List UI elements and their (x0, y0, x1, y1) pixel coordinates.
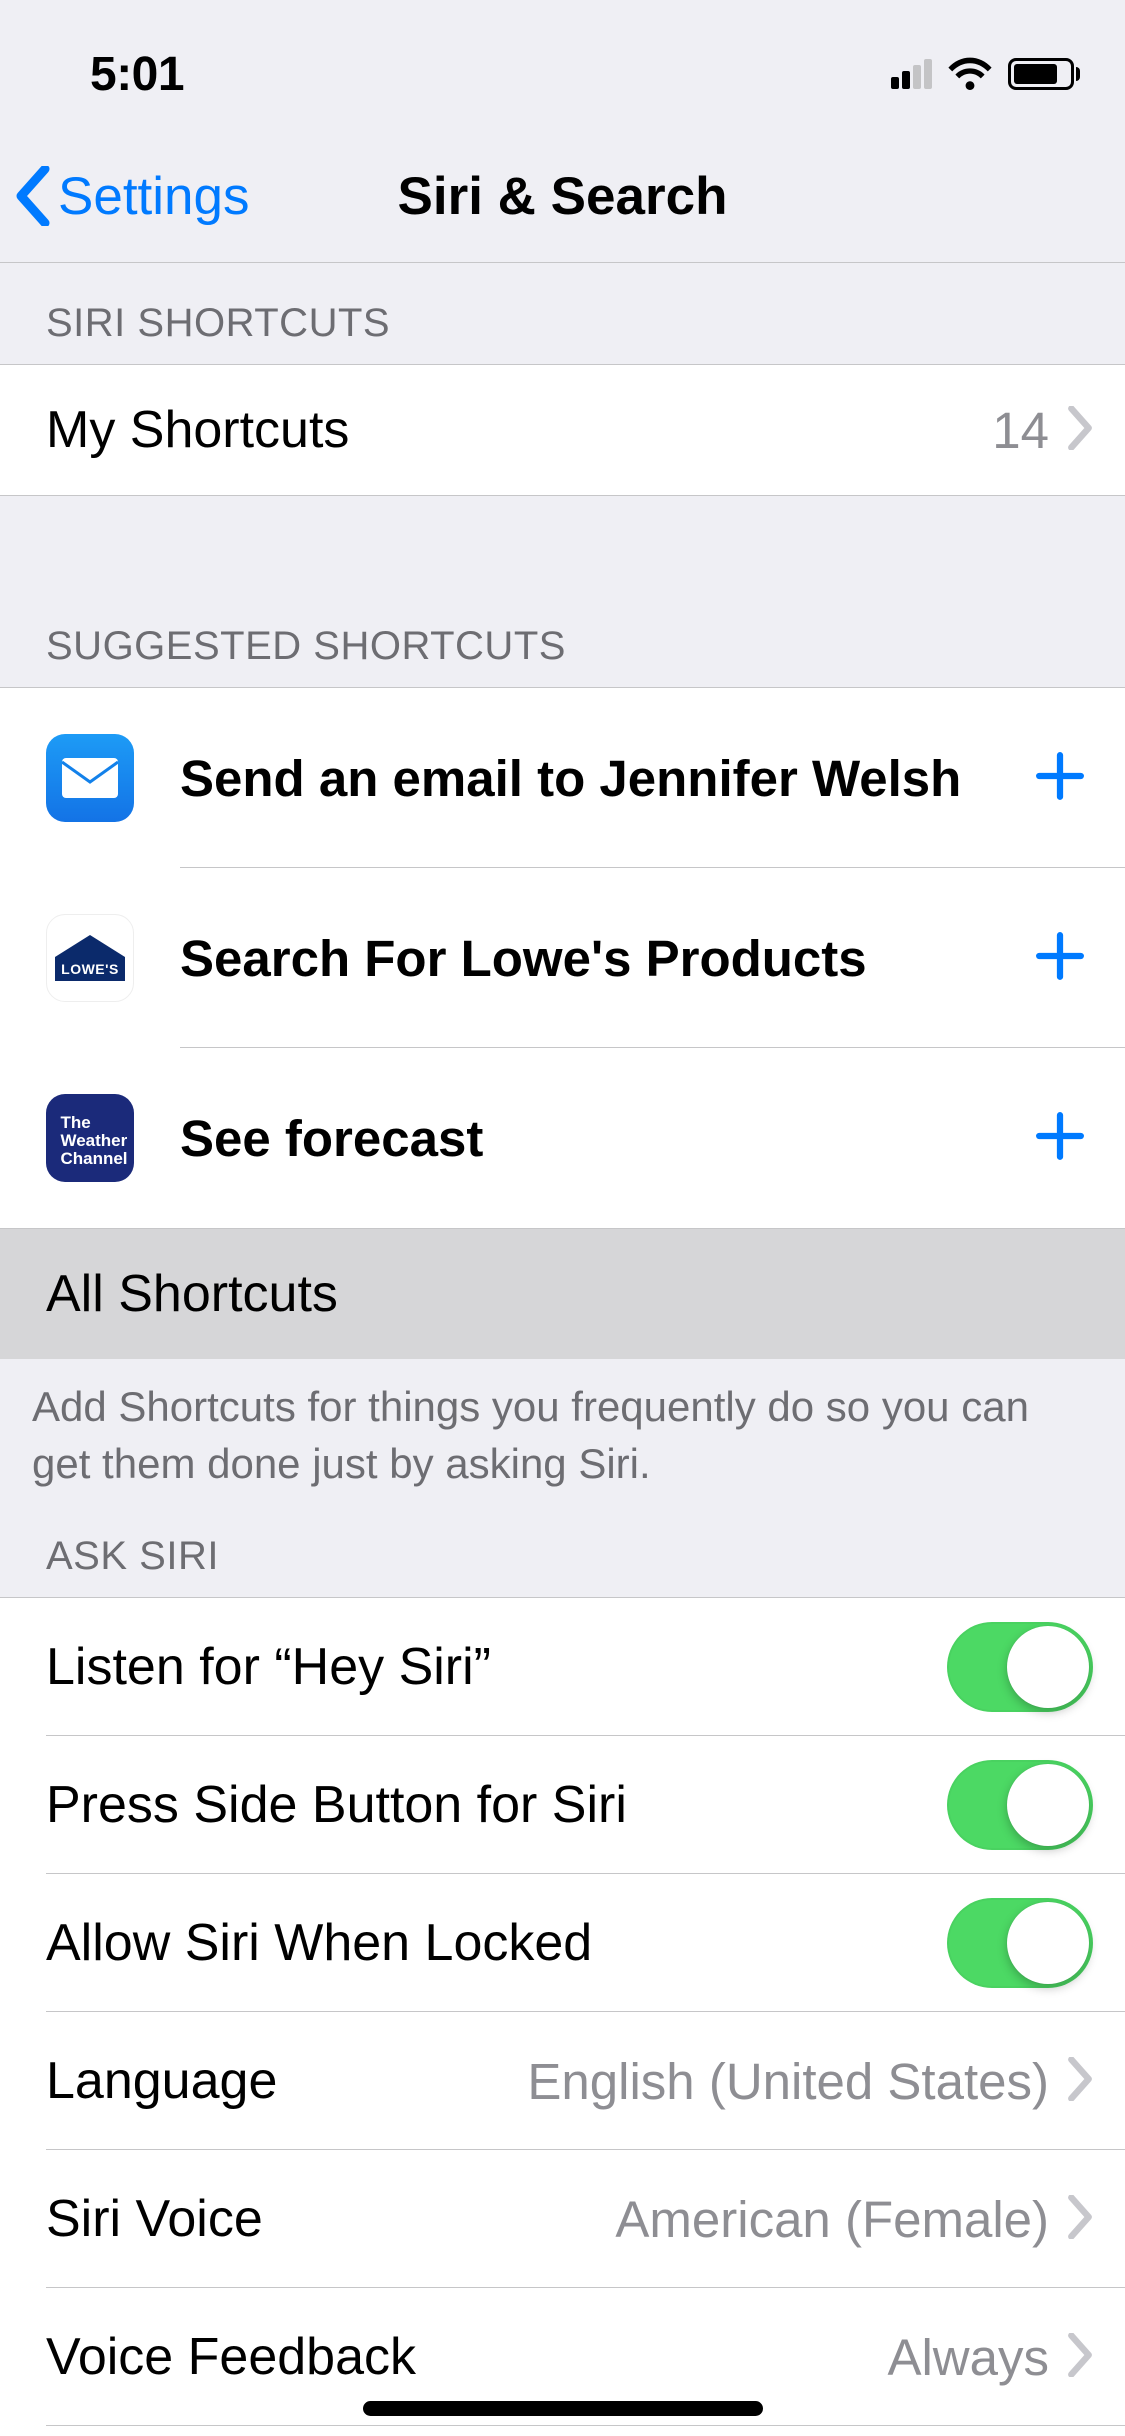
side-button-toggle[interactable] (947, 1760, 1093, 1850)
plus-icon (1035, 931, 1085, 981)
suggested-shortcut-label: Search For Lowe's Products (180, 929, 867, 988)
section-header-ask-siri: ASK SIRI (0, 1502, 1125, 1597)
voice-feedback-label: Voice Feedback (46, 2327, 416, 2387)
lowes-app-icon: LOWE'S (46, 914, 134, 1002)
status-time: 5:01 (90, 47, 184, 102)
suggested-shortcut-row[interactable]: LOWE'S Search For Lowe's Products (0, 868, 1125, 1048)
battery-icon (1008, 58, 1080, 90)
chevron-right-icon (1067, 2195, 1093, 2244)
chevron-right-icon (1067, 2333, 1093, 2382)
nav-bar: Settings Siri & Search (0, 130, 1125, 263)
cellular-signal-icon (891, 59, 932, 89)
plus-icon (1035, 751, 1085, 801)
status-indicators (891, 54, 1080, 95)
language-row[interactable]: Language English (United States) (0, 2012, 1125, 2150)
plus-icon (1035, 1111, 1085, 1161)
wifi-icon (946, 54, 994, 95)
suggested-shortcut-row[interactable]: TheWeatherChannel See forecast (0, 1048, 1125, 1228)
my-shortcuts-count: 14 (992, 401, 1049, 460)
when-locked-label: Allow Siri When Locked (46, 1913, 592, 1973)
siri-voice-label: Siri Voice (46, 2189, 263, 2249)
weather-channel-app-icon: TheWeatherChannel (46, 1094, 134, 1182)
siri-voice-row[interactable]: Siri Voice American (Female) (0, 2150, 1125, 2288)
when-locked-toggle[interactable] (947, 1898, 1093, 1988)
all-shortcuts-row[interactable]: All Shortcuts (0, 1229, 1125, 1359)
hey-siri-toggle[interactable] (947, 1622, 1093, 1712)
when-locked-row: Allow Siri When Locked (0, 1874, 1125, 2012)
home-indicator[interactable] (363, 2401, 763, 2416)
siri-voice-value: American (Female) (615, 2190, 1049, 2249)
my-shortcuts-row[interactable]: My Shortcuts 14 (0, 365, 1125, 495)
my-information-row[interactable]: My Information Justin Meyers (0, 2426, 1125, 2436)
back-label: Settings (58, 166, 250, 227)
suggested-shortcut-label: See forecast (180, 1109, 483, 1168)
language-value: English (United States) (527, 2052, 1049, 2111)
status-bar: 5:01 (0, 0, 1125, 130)
add-shortcut-button[interactable] (1035, 931, 1085, 986)
language-label: Language (46, 2051, 277, 2111)
chevron-left-icon (14, 166, 52, 226)
chevron-right-icon (1067, 406, 1093, 455)
all-shortcuts-label: All Shortcuts (46, 1264, 338, 1324)
section-header-suggested: SUGGESTED SHORTCUTS (0, 624, 1125, 687)
back-button[interactable]: Settings (0, 166, 250, 227)
hey-siri-label: Listen for “Hey Siri” (46, 1637, 491, 1697)
section-header-siri-shortcuts: SIRI SHORTCUTS (0, 263, 1125, 364)
suggested-shortcut-label: Send an email to Jennifer Welsh (180, 749, 961, 808)
add-shortcut-button[interactable] (1035, 1111, 1085, 1166)
suggested-shortcut-row[interactable]: Send an email to Jennifer Welsh (0, 688, 1125, 868)
mail-app-icon (46, 734, 134, 822)
chevron-right-icon (1067, 2057, 1093, 2106)
side-button-row: Press Side Button for Siri (0, 1736, 1125, 1874)
side-button-label: Press Side Button for Siri (46, 1775, 627, 1835)
hey-siri-row: Listen for “Hey Siri” (0, 1598, 1125, 1736)
voice-feedback-value: Always (887, 2328, 1049, 2387)
suggested-footer-text: Add Shortcuts for things you frequently … (0, 1359, 1125, 1502)
add-shortcut-button[interactable] (1035, 751, 1085, 806)
my-shortcuts-label: My Shortcuts (46, 400, 349, 460)
